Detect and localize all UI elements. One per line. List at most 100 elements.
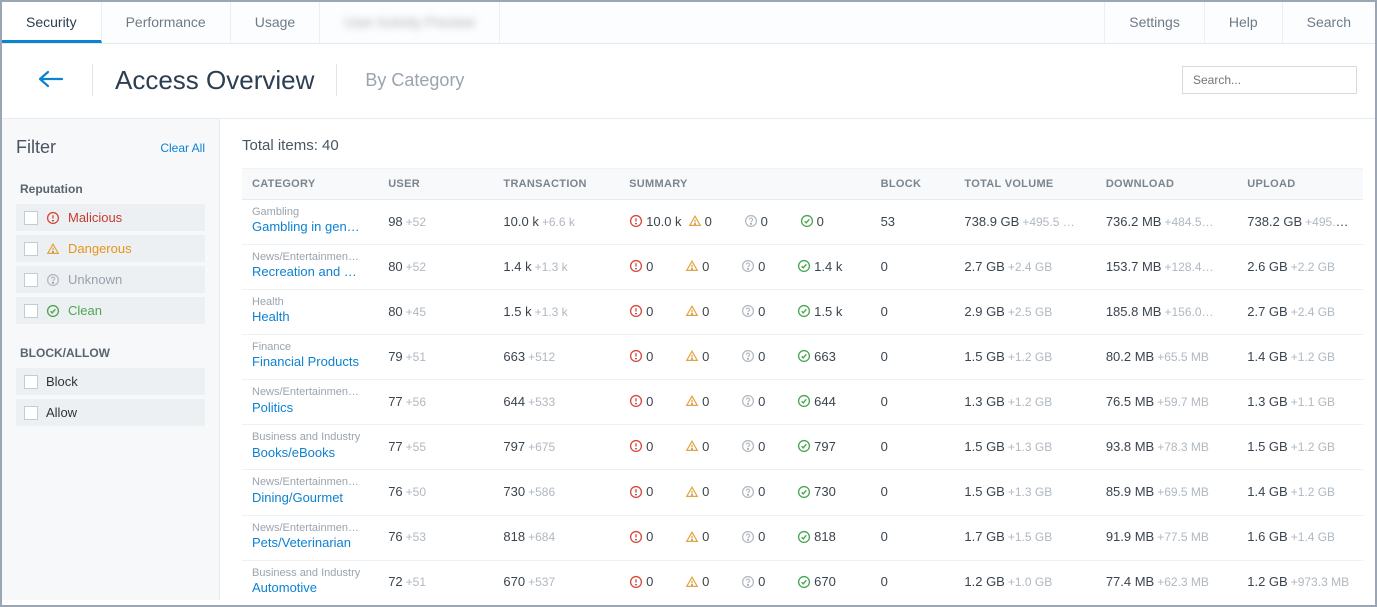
mal-icon bbox=[629, 349, 643, 363]
mal-icon bbox=[46, 211, 60, 225]
ul-delta: +2.2 GB bbox=[1291, 260, 1335, 274]
dl-value: 736.2 MB bbox=[1106, 214, 1162, 229]
summary-unknown: 0 bbox=[758, 574, 765, 589]
cln-icon bbox=[797, 575, 811, 589]
back-button[interactable] bbox=[30, 67, 70, 93]
category-link[interactable]: Financial Products bbox=[252, 354, 368, 371]
category-parent: Health bbox=[252, 296, 368, 309]
tab-security[interactable]: Security bbox=[2, 2, 102, 43]
col-total-volume[interactable]: TOTAL VOLUME bbox=[954, 169, 1095, 200]
mal-icon bbox=[629, 575, 643, 589]
filter-clean[interactable]: Clean bbox=[16, 297, 205, 324]
block-value: 0 bbox=[881, 304, 888, 319]
ul-value: 1.3 GB bbox=[1247, 394, 1287, 409]
ul-delta: +1.4 GB bbox=[1291, 530, 1335, 544]
dan-icon bbox=[688, 214, 702, 228]
col-user[interactable]: USER bbox=[378, 169, 493, 200]
summary-malicious: 0 bbox=[646, 484, 653, 499]
category-parent: Business and Industry bbox=[252, 431, 368, 444]
summary-cell: 000670 bbox=[629, 574, 860, 589]
dl-delta: +69.5 MB bbox=[1157, 485, 1209, 499]
category-link[interactable]: Pets/Veterinarian bbox=[252, 535, 368, 552]
user-delta: +56 bbox=[406, 395, 426, 409]
tv-value: 1.7 GB bbox=[964, 529, 1004, 544]
ul-delta: +1.2 GB bbox=[1291, 440, 1335, 454]
dl-delta: +77.5 MB bbox=[1157, 530, 1209, 544]
summary-unknown: 0 bbox=[758, 394, 765, 409]
category-link[interactable]: Dining/Gourmet bbox=[252, 490, 368, 507]
unk-icon bbox=[741, 575, 755, 589]
category-link[interactable]: Books/eBooks bbox=[252, 445, 368, 462]
tv-delta: +2.4 GB bbox=[1008, 260, 1052, 274]
category-parent: Finance bbox=[252, 341, 368, 354]
checkbox[interactable] bbox=[24, 304, 38, 318]
category-parent: News/Entertainmen… bbox=[252, 476, 368, 489]
block-value: 0 bbox=[881, 574, 888, 589]
category-link[interactable]: Gambling in gen… bbox=[252, 219, 368, 236]
tab-search[interactable]: Search bbox=[1282, 2, 1375, 43]
ul-value: 1.6 GB bbox=[1247, 529, 1287, 544]
cln-icon bbox=[800, 214, 814, 228]
mal-icon bbox=[629, 530, 643, 544]
tab-performance[interactable]: Performance bbox=[102, 2, 231, 43]
user-delta: +50 bbox=[406, 485, 426, 499]
filter-unknown[interactable]: Unknown bbox=[16, 266, 205, 293]
summary-malicious: 0 bbox=[646, 574, 653, 589]
category-parent: News/Entertainmen… bbox=[252, 522, 368, 535]
dan-icon bbox=[685, 575, 699, 589]
unk-icon bbox=[744, 214, 758, 228]
col-transaction[interactable]: TRANSACTION bbox=[493, 169, 619, 200]
unk-icon bbox=[741, 530, 755, 544]
filter-dangerous[interactable]: Dangerous bbox=[16, 235, 205, 262]
tab-help[interactable]: Help bbox=[1204, 2, 1282, 43]
checkbox[interactable] bbox=[24, 273, 38, 287]
filter-allow[interactable]: Allow bbox=[16, 399, 205, 426]
summary-cell: 000730 bbox=[629, 484, 860, 499]
dl-delta: +128.4… bbox=[1164, 260, 1213, 274]
col-block[interactable]: BLOCK bbox=[871, 169, 955, 200]
filter-sidebar: Filter Clear All Reputation MaliciousDan… bbox=[2, 119, 220, 600]
ul-value: 1.2 GB bbox=[1247, 574, 1287, 589]
tab-usage[interactable]: Usage bbox=[231, 2, 320, 43]
col-upload[interactable]: UPLOAD bbox=[1237, 169, 1363, 200]
user-delta: +45 bbox=[406, 305, 426, 319]
category-link[interactable]: Automotive bbox=[252, 580, 368, 597]
txn-value: 670 bbox=[503, 574, 525, 589]
filter-label: Malicious bbox=[68, 210, 122, 225]
filter-malicious[interactable]: Malicious bbox=[16, 204, 205, 231]
checkbox[interactable] bbox=[24, 242, 38, 256]
block-value: 0 bbox=[881, 394, 888, 409]
txn-value: 730 bbox=[503, 484, 525, 499]
category-link[interactable]: Recreation and … bbox=[252, 264, 368, 281]
filter-label: Block bbox=[46, 374, 78, 389]
clear-all-link[interactable]: Clear All bbox=[160, 141, 205, 155]
txn-value: 1.5 k bbox=[503, 304, 531, 319]
tab-blurred[interactable]: User Activity Preview bbox=[320, 2, 500, 43]
block-value: 53 bbox=[881, 214, 895, 229]
tv-delta: +495.5 … bbox=[1022, 215, 1074, 229]
txn-delta: +586 bbox=[528, 485, 555, 499]
user-value: 77 bbox=[388, 439, 402, 454]
col-summary[interactable]: SUMMARY bbox=[619, 169, 870, 200]
col-download[interactable]: DOWNLOAD bbox=[1096, 169, 1237, 200]
main-panel: Total items: 40 CATEGORYUSERTRANSACTIONS… bbox=[220, 119, 1375, 600]
table-row: GamblingGambling in gen…98+5210.0 k+6.6 … bbox=[242, 200, 1363, 245]
search-input[interactable] bbox=[1193, 73, 1348, 87]
summary-unknown: 0 bbox=[758, 484, 765, 499]
table-row: News/Entertainmen…Pets/Veterinarian76+53… bbox=[242, 515, 1363, 560]
cln-icon bbox=[797, 439, 811, 453]
checkbox[interactable] bbox=[24, 406, 38, 420]
cln-icon bbox=[797, 304, 811, 318]
checkbox[interactable] bbox=[24, 211, 38, 225]
search-box[interactable] bbox=[1182, 66, 1357, 94]
category-link[interactable]: Health bbox=[252, 309, 368, 326]
col-category[interactable]: CATEGORY bbox=[242, 169, 378, 200]
user-value: 80 bbox=[388, 304, 402, 319]
dl-value: 153.7 MB bbox=[1106, 259, 1162, 274]
checkbox[interactable] bbox=[24, 375, 38, 389]
ul-delta: +1.2 GB bbox=[1291, 350, 1335, 364]
category-link[interactable]: Politics bbox=[252, 400, 368, 417]
tab-settings[interactable]: Settings bbox=[1104, 2, 1204, 43]
summary-malicious: 0 bbox=[646, 529, 653, 544]
filter-block[interactable]: Block bbox=[16, 368, 205, 395]
